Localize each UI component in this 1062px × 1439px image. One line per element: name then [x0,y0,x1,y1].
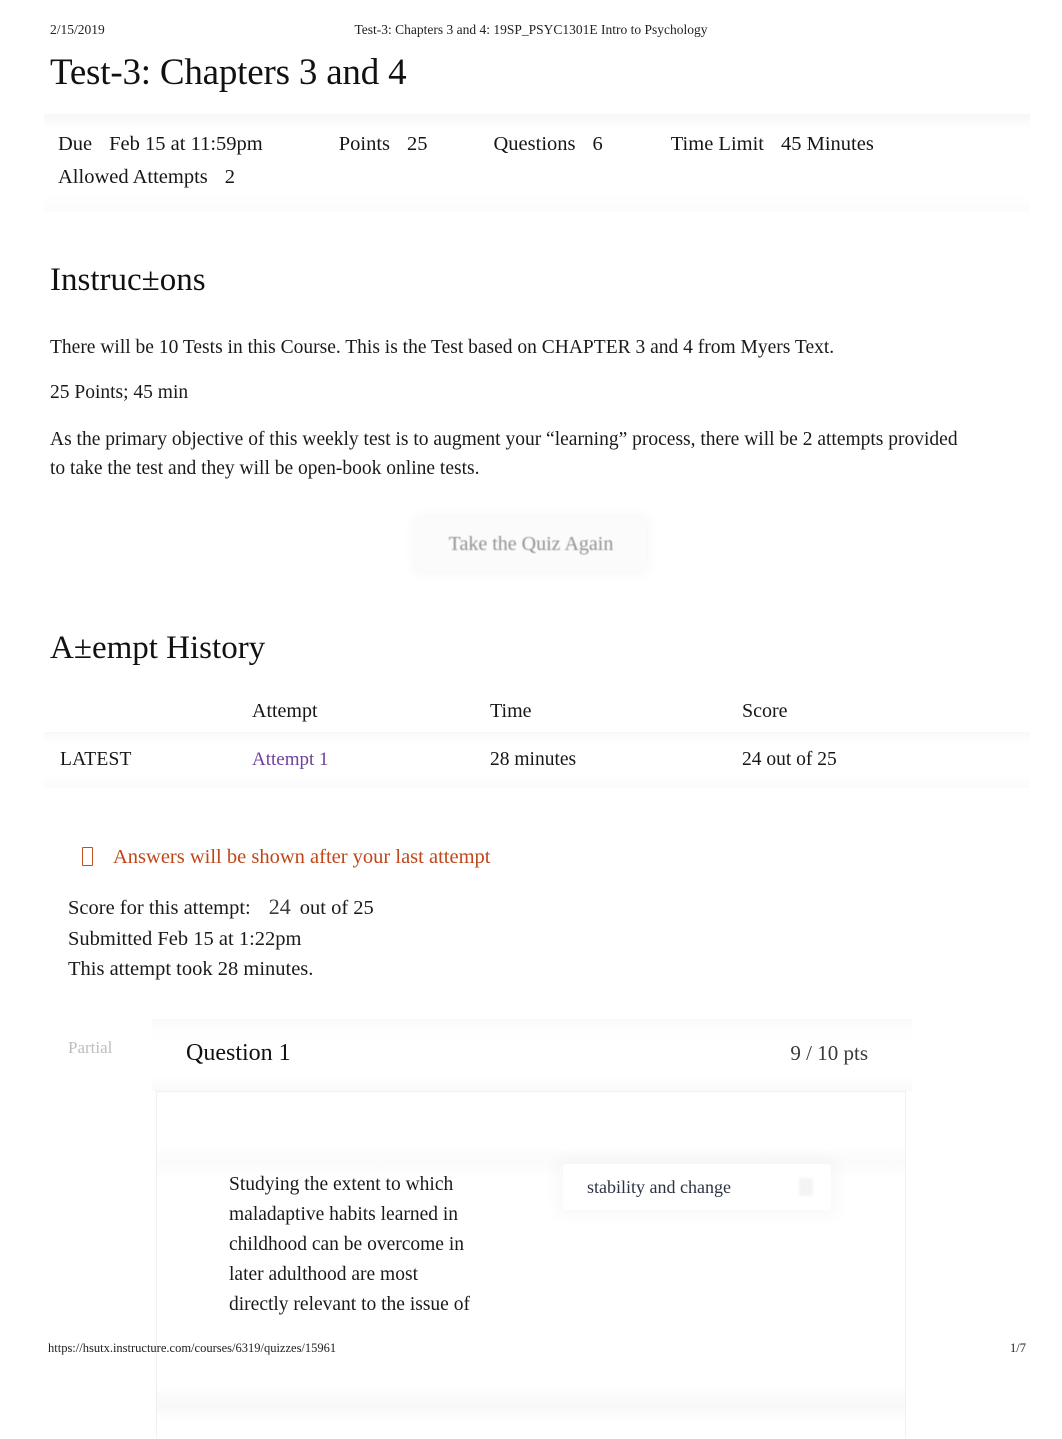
answer-option-value: stability and change [587,1176,731,1197]
instructions-paragraph-2: 25 Points; 45 min [50,382,189,403]
table-head: Attempt Time Score [44,694,1030,732]
missing-glyph-box-icon [82,847,93,866]
detail-allowed-attempts-label: Allowed Attempts [58,166,208,188]
column-header-blank [44,694,252,732]
detail-time-limit-label: Time Limit [670,133,764,155]
take-quiz-again-button[interactable]: Take the Quiz Again [416,519,646,570]
attempt-history-table: Attempt Time Score LATEST Attempt 1 28 m… [44,694,1030,788]
detail-due: Due Feb 15 at 11:59pm [58,128,263,161]
attempt-1-link[interactable]: Attempt 1 [252,749,329,770]
detail-questions-value: 6 [592,133,603,155]
column-header-attempt: Attempt [252,699,318,722]
footer-page-number: 1/7 [1010,1341,1026,1355]
detail-allowed-attempts-value: 2 [224,166,236,188]
quiz-details-row-1: Due Feb 15 at 11:59pm Points 25 Question… [44,128,1030,161]
question-label: Question 1 [186,1039,291,1066]
detail-questions: Questions 6 [494,128,603,161]
print-footer: https://hsutx.instructure.com/courses/63… [0,1341,1062,1359]
detail-points-label: Points [338,133,390,155]
answers-notice-text: Answers will be shown after your last at… [113,846,491,868]
detail-time-limit: Time Limit 45 Minutes [671,128,874,161]
detail-questions-label: Questions [493,133,576,155]
detail-allowed-attempts: Allowed Attempts 2 [58,161,235,194]
column-header-time: Time [490,699,532,722]
footer-url: https://hsutx.instructure.com/courses/63… [48,1341,337,1355]
attempt-history-heading: A±empt History [50,630,266,666]
instructions-paragraph-3: As the primary objective of this weekly … [50,429,958,479]
question-text: Studying the extent to which maladaptive… [229,1173,470,1315]
take-quiz-again-wrapper: Take the Quiz Again [0,519,1062,570]
question-points: 9 / 10 pts [790,1040,868,1065]
quiz-details-row-2: Allowed Attempts 2 [44,161,1030,194]
submitted-line: Submitted Feb 15 at 1:22pm [68,927,302,950]
detail-points-value: 25 [407,133,428,155]
table-header-row: Attempt Time Score [44,694,1030,732]
answers-notice: Answers will be shown after your last at… [82,844,1062,870]
detail-time-limit-value: 45 Minutes [780,133,874,155]
score-value: 24 [268,894,291,919]
table-body: LATEST Attempt 1 28 minutes 24 out of 25 [44,732,1030,788]
print-header: 2/15/2019 Test-3: Chapters 3 and 4: 19SP… [0,22,1062,42]
score-for-attempt-line: Score for this attempt: 24 out of 25 [68,892,1062,924]
detail-due-label: Due [58,133,93,155]
score-summary: Score for this attempt: 24 out of 25 Submi… [68,892,1062,985]
question-card: Question 1 9 / 10 pts Studying the exten… [152,1018,912,1437]
page-content: Test-3: Chapters 3 and 4 Due Feb 15 at 1… [0,48,1062,1439]
answer-marker-icon [799,1177,813,1196]
score-suffix: out of 25 [299,897,374,919]
page-title: Test-3: Chapters 3 and 4 [50,52,407,93]
cell-time: 28 minutes [490,749,577,770]
column-header-score: Score [742,699,788,722]
detail-due-value: Feb 15 at 11:59pm [109,133,263,155]
cell-attempt: Attempt 1 [252,732,490,788]
instructions-paragraph-1: There will be 10 Tests in this Course. T… [50,337,835,358]
question-card-header: Question 1 9 / 10 pts [152,1018,912,1091]
table-row: LATEST Attempt 1 28 minutes 24 out of 25 [44,732,1030,788]
print-page-title: Test-3: Chapters 3 and 4: 19SP_PSYC1301E… [354,22,708,37]
question-body: Studying the extent to which maladaptive… [156,1090,906,1437]
detail-points: Points 25 [339,128,428,161]
score-label: Score for this attempt: [68,897,251,919]
answer-option-dropdown[interactable]: stability and change [563,1163,831,1210]
cell-score: 24 out of 25 [742,749,837,770]
quiz-details-bar: Due Feb 15 at 11:59pm Points 25 Question… [44,114,1030,212]
cell-latest-badge: LATEST [60,749,132,770]
question-block: Partial Question 1 9 / 10 pts Studying t… [0,1018,1062,1439]
status-badge: Partial [68,1037,113,1057]
duration-line: This attempt took 28 minutes. [68,958,314,980]
instructions-heading: Instruc±ons [50,262,206,298]
